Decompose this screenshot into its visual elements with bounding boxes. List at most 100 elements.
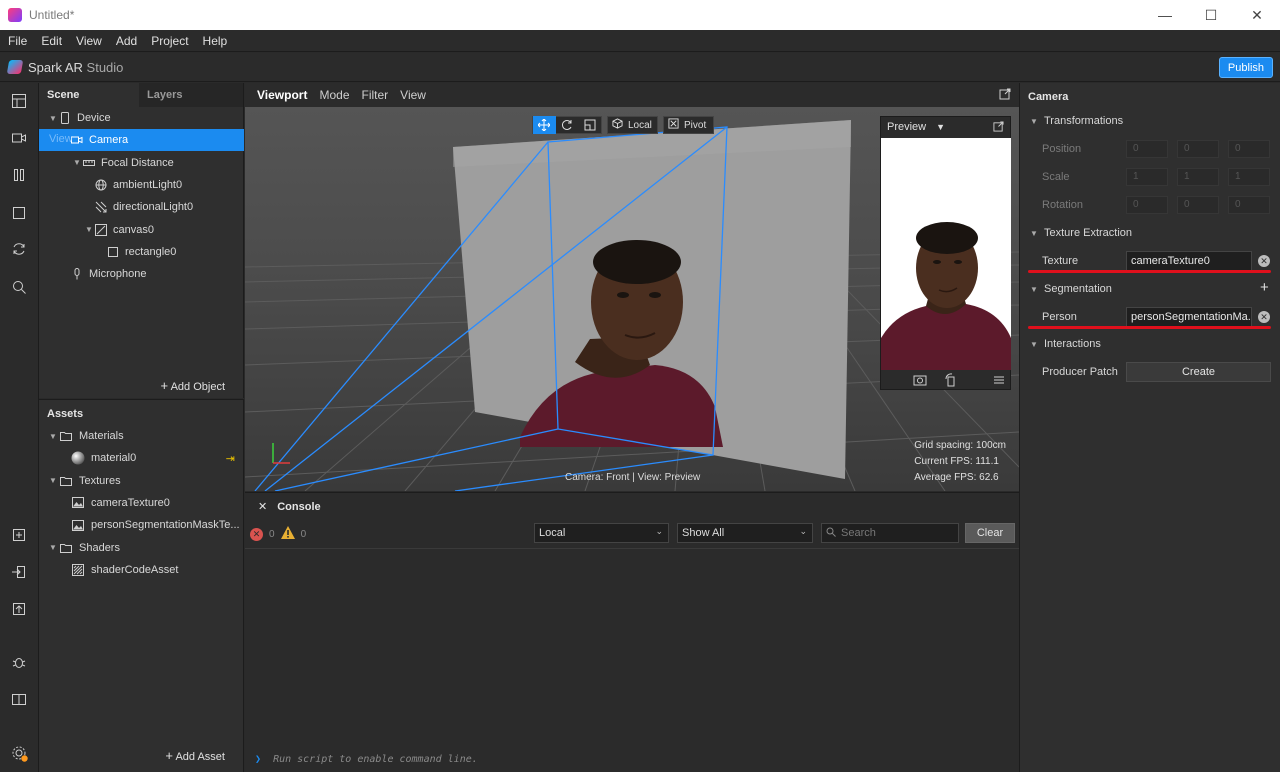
refresh-icon[interactable]	[11, 241, 27, 257]
rotation-y[interactable]: 0	[1177, 196, 1219, 214]
warning-icon[interactable]	[280, 526, 295, 542]
upload-icon[interactable]	[11, 601, 27, 617]
menu-view[interactable]: View	[70, 34, 108, 48]
scene-item-directionallight0[interactable]: directionalLight0	[39, 196, 244, 218]
rotate-tool-icon[interactable]	[556, 119, 579, 131]
caret-down-icon[interactable]: ▼	[71, 158, 83, 167]
local-toggle[interactable]: Local	[607, 116, 658, 134]
scale-x[interactable]: 1	[1126, 168, 1168, 186]
asset-item-materials[interactable]: ▼ Materials	[39, 425, 244, 447]
scale-y[interactable]: 1	[1177, 168, 1219, 186]
import-icon[interactable]	[11, 564, 27, 580]
asset-item-personsegmentationmaskte[interactable]: personSegmentationMaskTe...	[39, 514, 244, 536]
tab-mode[interactable]: Mode	[319, 88, 349, 102]
add-segmentation-icon[interactable]: +	[1260, 279, 1269, 296]
tab-viewport[interactable]: Viewport	[257, 88, 307, 102]
move-tool-icon[interactable]	[533, 116, 556, 134]
caret-down-icon[interactable]: ▼	[47, 114, 59, 123]
section-transformations[interactable]: ▼ Transformations	[1028, 115, 1123, 127]
popout-icon[interactable]	[999, 88, 1011, 103]
asset-item-textures[interactable]: ▼ Textures	[39, 470, 244, 492]
bug-icon[interactable]	[11, 654, 27, 670]
menu-icon[interactable]	[993, 374, 1005, 389]
add-file-icon[interactable]	[11, 527, 27, 543]
position-x[interactable]: 0	[1126, 140, 1168, 158]
caret-down-icon[interactable]: ▼	[47, 432, 59, 441]
add-asset-button[interactable]: + Add Asset	[165, 748, 225, 763]
error-icon[interactable]: ✕	[250, 527, 263, 541]
asset-item-material0[interactable]: material0 ⇥	[39, 447, 244, 469]
clear-texture-icon[interactable]: ✕	[1258, 255, 1270, 267]
tab-scene[interactable]: Scene	[39, 83, 139, 107]
create-patch-button[interactable]: Create	[1126, 362, 1271, 382]
tab-filter[interactable]: Filter	[362, 88, 389, 102]
tab-view[interactable]: View	[400, 88, 426, 102]
person-field[interactable]: personSegmentationMa...	[1126, 307, 1252, 327]
caret-down-icon[interactable]: ▼	[47, 543, 59, 552]
assign-arrow-icon[interactable]: ⇥	[226, 452, 235, 465]
stop-icon[interactable]	[11, 205, 27, 221]
menu-help[interactable]: Help	[197, 34, 234, 48]
brand-name: Spark AR Studio	[28, 60, 123, 75]
minimize-button[interactable]: —	[1142, 0, 1188, 30]
rotation-label: Rotation	[1042, 199, 1083, 211]
asset-item-cameratexture0[interactable]: cameraTexture0	[39, 492, 244, 514]
position-z[interactable]: 0	[1228, 140, 1270, 158]
caret-down-icon[interactable]: ▼	[83, 225, 95, 234]
chevron-down-icon[interactable]: ▼	[936, 122, 945, 132]
menu-project[interactable]: Project	[145, 34, 194, 48]
preview-label[interactable]: Preview	[887, 121, 926, 133]
position-y[interactable]: 0	[1177, 140, 1219, 158]
texture-field[interactable]: cameraTexture0	[1126, 251, 1252, 271]
scene-item-ambientlight0[interactable]: ambientLight0	[39, 174, 244, 196]
scene-item-rectangle0[interactable]: rectangle0	[39, 241, 244, 263]
caret-down-icon[interactable]: ▼	[47, 476, 59, 485]
asset-item-shaders[interactable]: ▼ Shaders	[39, 537, 244, 559]
command-line[interactable]: ❯ Run script to enable command line.	[255, 754, 478, 765]
close-button[interactable]: ✕	[1234, 0, 1280, 30]
menu-add[interactable]: Add	[110, 34, 143, 48]
filter-select[interactable]: Show All ⌄	[677, 523, 813, 543]
scene-item-camera[interactable]: View Camera	[39, 129, 244, 152]
layout-icon[interactable]	[11, 93, 27, 109]
settings-gear-icon[interactable]	[11, 745, 28, 762]
menu-edit[interactable]: Edit	[35, 34, 68, 48]
pause-icon[interactable]	[11, 167, 27, 183]
close-console-icon[interactable]: ✕	[258, 500, 267, 513]
section-texture-extraction[interactable]: ▼ Texture Extraction	[1028, 227, 1132, 239]
scope-select[interactable]: Local ⌄	[534, 523, 669, 543]
add-object-label: Add Object	[170, 381, 225, 393]
rotate-device-icon[interactable]	[944, 373, 958, 390]
clear-person-icon[interactable]: ✕	[1258, 311, 1270, 323]
scale-z[interactable]: 1	[1228, 168, 1270, 186]
console-search-input[interactable]: Search	[821, 523, 959, 543]
scale-tool-icon[interactable]	[578, 119, 601, 131]
asset-item-label: material0	[91, 452, 137, 465]
clear-console-button[interactable]: Clear	[965, 523, 1015, 543]
camera-tool-icon[interactable]	[11, 130, 27, 146]
scene-item-microphone[interactable]: Microphone	[39, 263, 244, 285]
capture-icon[interactable]	[913, 373, 927, 390]
asset-item-shadercodeasset[interactable]: shaderCodeAsset	[39, 559, 244, 581]
menu-file[interactable]: File	[2, 34, 33, 48]
section-interactions[interactable]: ▼ Interactions	[1028, 338, 1101, 350]
maximize-button[interactable]: ☐	[1188, 0, 1234, 30]
add-asset-label: Add Asset	[175, 751, 225, 763]
scene-item-device[interactable]: ▼ Device	[39, 107, 244, 129]
tab-layers[interactable]: Layers	[139, 83, 239, 107]
rotation-z[interactable]: 0	[1228, 196, 1270, 214]
search-tool-icon[interactable]	[11, 279, 27, 295]
add-object-button[interactable]: + Add Object	[161, 378, 225, 393]
publish-button[interactable]: Publish	[1218, 57, 1273, 78]
scene-item-focal-distance[interactable]: ▼ Focal Distance	[39, 152, 244, 174]
expand-preview-icon[interactable]	[993, 121, 1004, 135]
asset-item-label: personSegmentationMaskTe...	[91, 519, 240, 532]
asset-item-label: shaderCodeAsset	[91, 563, 179, 576]
docs-icon[interactable]	[11, 691, 27, 707]
transformations-label: Transformations	[1044, 115, 1124, 127]
scene-item-canvas0[interactable]: ▼ canvas0	[39, 219, 244, 241]
highlight-underline	[1028, 270, 1271, 273]
section-segmentation[interactable]: ▼ Segmentation	[1028, 283, 1112, 295]
rotation-x[interactable]: 0	[1126, 196, 1168, 214]
pivot-toggle[interactable]: Pivot	[663, 116, 714, 134]
